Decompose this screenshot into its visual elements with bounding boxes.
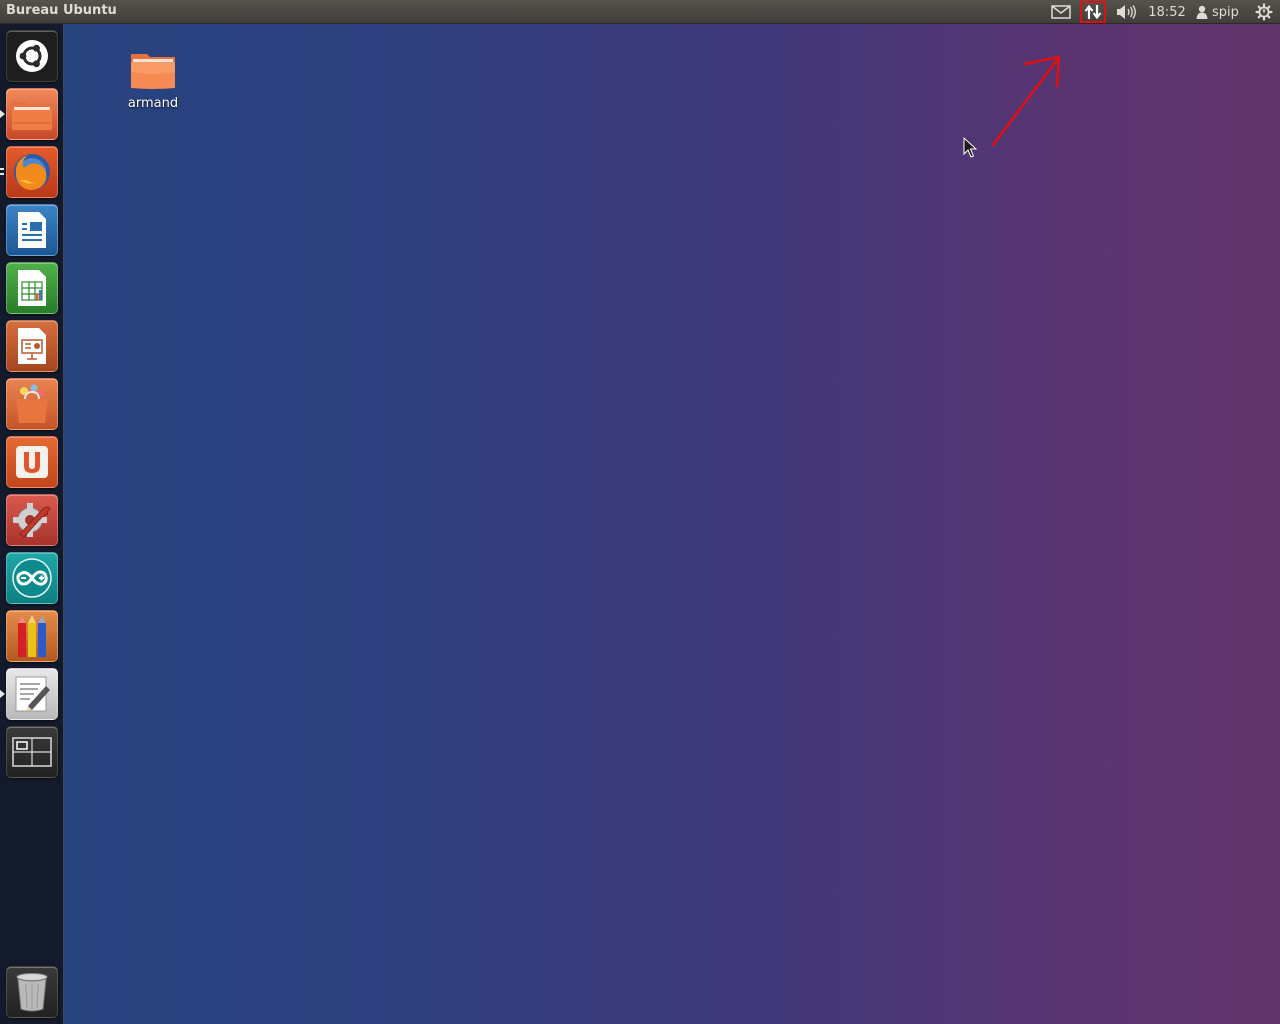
running-indicator bbox=[0, 168, 4, 170]
person-icon bbox=[1196, 5, 1208, 19]
calc-spreadsheet-icon bbox=[18, 270, 46, 306]
session-indicator[interactable] bbox=[1253, 0, 1275, 24]
launcher-software-center[interactable] bbox=[6, 378, 58, 430]
panel-window-title: Bureau Ubuntu bbox=[6, 3, 117, 18]
trash-icon bbox=[16, 973, 48, 1012]
annotation-arrow bbox=[991, 55, 1061, 147]
top-panel: Bureau Ubuntu 18:52 spip bbox=[0, 0, 1280, 24]
launcher-dash-home[interactable] bbox=[6, 30, 58, 82]
ubuntu-logo-icon bbox=[16, 40, 48, 72]
launcher-arduino[interactable] bbox=[6, 552, 58, 604]
workspace-switcher-icon bbox=[12, 737, 52, 767]
launcher-trash[interactable] bbox=[6, 966, 58, 1018]
launcher-text-editor[interactable] bbox=[6, 668, 58, 720]
launcher-system-settings[interactable] bbox=[6, 494, 58, 546]
clock-indicator[interactable]: 18:52 bbox=[1146, 0, 1188, 24]
messaging-indicator[interactable] bbox=[1050, 0, 1072, 24]
launcher-workspace-switcher[interactable] bbox=[6, 726, 58, 778]
folder-icon bbox=[12, 102, 52, 130]
launcher-libreoffice-impress[interactable] bbox=[6, 320, 58, 372]
user-indicator[interactable]: spip bbox=[1196, 0, 1246, 24]
launcher-firefox[interactable] bbox=[6, 146, 58, 198]
writer-document-icon bbox=[18, 212, 46, 248]
firefox-icon bbox=[14, 154, 50, 190]
mouse-cursor bbox=[963, 137, 977, 158]
launcher-libreoffice-writer[interactable] bbox=[6, 204, 58, 256]
settings-wrench-gear-icon bbox=[13, 503, 51, 538]
ubuntu-one-icon bbox=[16, 446, 48, 478]
launcher-drawing[interactable] bbox=[6, 610, 58, 662]
clock-time: 18:52 bbox=[1148, 4, 1186, 20]
launcher-libreoffice-calc[interactable] bbox=[6, 262, 58, 314]
colored-pencils-icon bbox=[18, 615, 46, 657]
folder-icon bbox=[131, 54, 175, 89]
impress-presentation-icon bbox=[18, 328, 46, 364]
launcher-files[interactable] bbox=[6, 88, 58, 140]
running-indicator bbox=[0, 690, 5, 698]
gear-power-icon bbox=[1255, 3, 1273, 21]
network-updown-arrows-icon bbox=[1084, 4, 1102, 20]
envelope-icon bbox=[1051, 5, 1071, 19]
running-indicator bbox=[0, 110, 5, 118]
speaker-icon bbox=[1117, 5, 1136, 19]
running-indicator bbox=[0, 173, 4, 175]
network-indicator[interactable] bbox=[1080, 1, 1106, 23]
user-name: spip bbox=[1212, 4, 1239, 20]
arduino-infinity-icon bbox=[12, 558, 52, 598]
launcher-ubuntu-one[interactable] bbox=[6, 436, 58, 488]
text-editor-icon bbox=[15, 676, 50, 712]
shopping-bag-icon bbox=[16, 384, 48, 423]
sound-indicator[interactable] bbox=[1114, 0, 1138, 24]
desktop-icon-armand[interactable]: armand bbox=[118, 50, 188, 111]
desktop-icon-label: armand bbox=[127, 96, 179, 111]
launcher bbox=[0, 24, 64, 1024]
